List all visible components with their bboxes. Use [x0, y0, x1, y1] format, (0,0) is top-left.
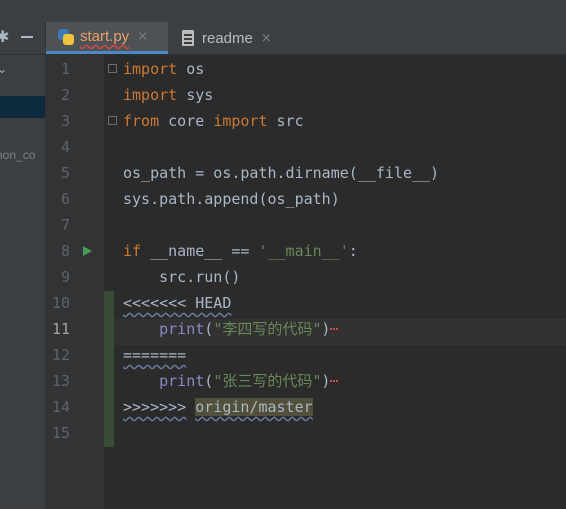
line-number: 4 [60, 138, 70, 156]
code-line-6[interactable]: sys.path.append(os_path) [123, 186, 340, 212]
python-file-icon [58, 28, 74, 45]
close-icon[interactable]: × [261, 31, 272, 46]
code-line-13[interactable]: print("张三写的代码") [123, 368, 339, 394]
line-number: 1 [60, 60, 70, 78]
line-number: 13 [51, 372, 70, 390]
line-number: 8 [60, 242, 70, 260]
code-line-8[interactable]: if __name__ == '__main__': [123, 238, 358, 264]
code-line-3[interactable]: from core import src [123, 108, 304, 134]
code-line-2[interactable]: import sys [123, 82, 213, 108]
tab-label: start.py [80, 28, 130, 45]
line-number: 10 [51, 294, 70, 312]
line-number: 12 [51, 346, 70, 364]
editor-tab-bar: start.py × readme × [46, 22, 566, 55]
title-strip [0, 0, 566, 23]
close-icon[interactable]: × [137, 29, 148, 44]
conflict-marker-head[interactable]: <<<<<<< HEAD [123, 290, 231, 316]
code-editor[interactable]: import os import sys from core import sr… [104, 55, 566, 509]
line-number-current: 11 [51, 320, 70, 338]
line-number: 7 [60, 216, 70, 234]
text-file-icon [180, 30, 196, 46]
minimize-icon[interactable] [18, 27, 36, 45]
conflict-marker-incoming[interactable]: >>>>>>> origin/master [123, 394, 313, 420]
run-icon[interactable] [83, 246, 92, 256]
tab-readme[interactable]: readme × [168, 22, 288, 54]
project-panel-toolbar: ✱ [0, 22, 45, 55]
tab-start-py[interactable]: start.py × [46, 22, 168, 54]
line-number-gutter[interactable]: 1 2 3 4 5 6 7 8 9 10 11 12 13 14 15 [46, 55, 104, 509]
line-number: 9 [60, 268, 70, 286]
code-line-9[interactable]: src.run() [123, 264, 240, 290]
code-line-1[interactable]: import os [123, 56, 204, 82]
line-number: 3 [60, 112, 70, 130]
code-line-5[interactable]: os_path = os.path.dirname(__file__) [123, 160, 439, 186]
line-number: 15 [51, 424, 70, 442]
line-number: 14 [51, 398, 70, 416]
project-tree-selected-row[interactable] [0, 96, 45, 118]
line-number: 5 [60, 164, 70, 182]
gear-icon[interactable]: ✱ [0, 27, 9, 46]
line-number: 2 [60, 86, 70, 104]
code-line-11[interactable]: print("李四写的代码") [123, 316, 339, 342]
tab-label: readme [202, 29, 253, 47]
conflict-marker-separator[interactable]: ======= [123, 342, 186, 368]
line-number: 6 [60, 190, 70, 208]
project-panel: ✱ ⌄ non_co [0, 22, 46, 509]
tree-expand-icon[interactable]: ⌄ [0, 62, 7, 76]
project-tree-item[interactable]: non_co [0, 148, 35, 162]
